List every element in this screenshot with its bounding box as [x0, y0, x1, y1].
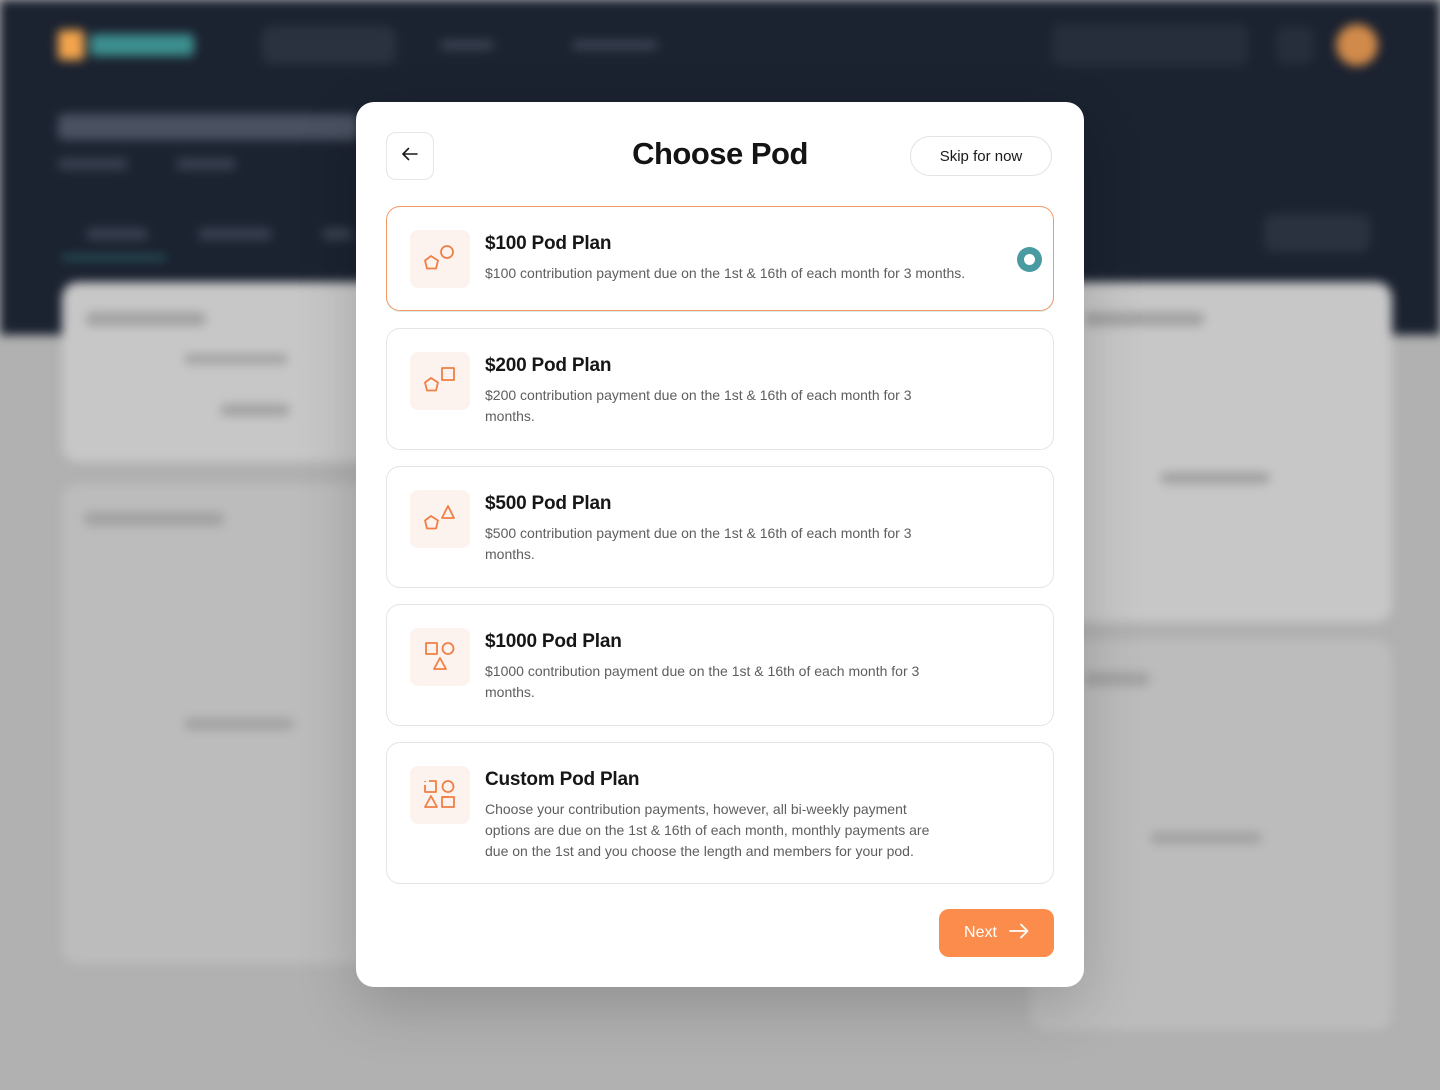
background-card-title	[86, 312, 206, 326]
plan-option-200[interactable]: $200 Pod Plan $200 contribution payment …	[386, 328, 1054, 450]
background-search	[1052, 24, 1248, 66]
plan-description: $1000 contribution payment due on the 1s…	[485, 663, 920, 700]
background-text	[220, 404, 290, 416]
background-tab-indicator	[62, 256, 166, 259]
arrow-right-icon	[1009, 923, 1029, 944]
background-nav-active	[262, 26, 396, 64]
plan-title: $1000 Pod Plan	[485, 631, 622, 652]
plan-option-500[interactable]: $500 Pod Plan $500 contribution payment …	[386, 466, 1054, 588]
background-logo	[58, 26, 198, 64]
choose-pod-modal: Choose Pod Skip for now $100 Pod Plan $1…	[356, 102, 1084, 987]
next-button[interactable]: Next	[939, 909, 1054, 957]
plan-title: $500 Pod Plan	[485, 493, 612, 514]
background-card-title	[1084, 672, 1150, 686]
plan-description: $200 contribution payment due on the 1st…	[485, 387, 912, 424]
pentagon-triangle-icon	[410, 490, 470, 548]
background-welcome-title	[58, 114, 358, 140]
background-tab	[86, 228, 148, 240]
plan-title: Custom Pod Plan	[485, 769, 640, 790]
background-tab	[198, 228, 272, 240]
background-text	[184, 354, 288, 364]
pentagon-square-icon	[410, 352, 470, 410]
background-tab	[322, 228, 352, 240]
square-circle-triangle-icon	[410, 628, 470, 686]
background-card	[62, 282, 402, 462]
background-avatar	[1336, 24, 1378, 66]
plan-description: $500 contribution payment due on the 1st…	[485, 525, 912, 562]
background-text	[1150, 832, 1262, 844]
plan-option-custom[interactable]: Custom Pod Plan Choose your contribution…	[386, 742, 1054, 884]
background-subtitle	[176, 158, 236, 170]
background-bell-icon	[1276, 26, 1314, 64]
background-subtitle	[58, 158, 128, 170]
background-text	[184, 718, 294, 730]
four-shapes-icon	[410, 766, 470, 824]
background-nav-item	[572, 40, 658, 50]
plan-option-1000[interactable]: $1000 Pod Plan $1000 contribution paymen…	[386, 604, 1054, 726]
plan-option-100[interactable]: $100 Pod Plan $100 contribution payment …	[386, 206, 1054, 311]
pentagon-circle-icon	[410, 230, 470, 288]
skip-for-now-button[interactable]: Skip for now	[910, 136, 1052, 176]
plan-radio-selected[interactable]	[1017, 247, 1042, 272]
background-card	[1040, 282, 1392, 622]
background-card-title	[1084, 312, 1204, 326]
next-button-label: Next	[964, 924, 997, 941]
background-text	[1160, 472, 1270, 484]
plan-description: Choose your contribution payments, howev…	[485, 801, 930, 859]
plan-title: $100 Pod Plan	[485, 233, 612, 254]
background-card-title	[84, 512, 224, 526]
plan-title: $200 Pod Plan	[485, 355, 612, 376]
plan-description: $100 contribution payment due on the 1st…	[485, 265, 966, 281]
background-button	[1264, 214, 1370, 252]
background-nav-item	[440, 40, 494, 50]
